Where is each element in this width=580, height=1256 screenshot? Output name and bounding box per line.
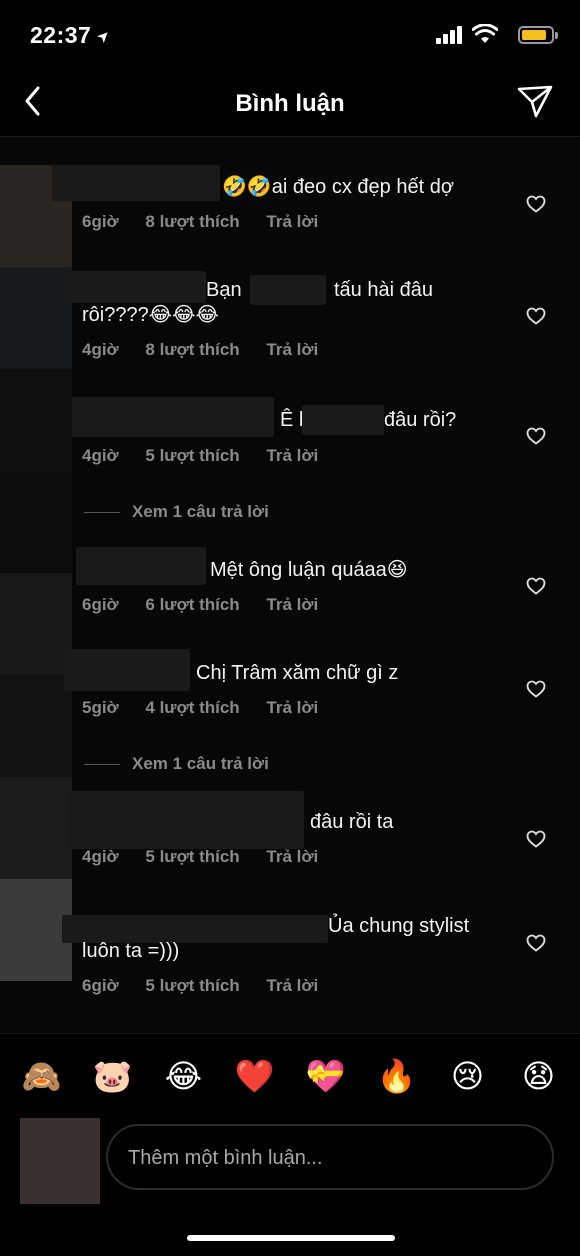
home-indicator[interactable] — [187, 1235, 395, 1241]
cellular-signal-icon — [436, 26, 464, 44]
comment-likes[interactable]: 5 lượt thích — [145, 847, 239, 866]
emoji-see-no-evil-monkey[interactable]: 🙈 — [17, 1050, 67, 1102]
reply-link[interactable]: Trả lời — [266, 212, 318, 231]
comment-likes[interactable]: 8 lượt thích — [145, 340, 239, 359]
emoji-tears-of-joy[interactable]: 😂 — [159, 1050, 209, 1102]
emoji-crying-face[interactable]: 😢 — [443, 1050, 493, 1102]
heart-outline-icon[interactable] — [526, 307, 546, 325]
heart-outline-icon[interactable] — [526, 830, 546, 848]
comment-likes[interactable]: 4 lượt thích — [145, 698, 239, 717]
header-bar: Bình luận — [0, 72, 580, 138]
comment-time: 5giờ — [82, 698, 119, 717]
comment-meta: 4giờ 5 lượt thích Trả lời — [82, 446, 340, 466]
view-replies-link[interactable]: Xem 1 câu trả lời — [84, 754, 269, 774]
comment-meta: 4giờ 8 lượt thích Trả lời — [82, 340, 340, 360]
comment-time: 6giờ — [82, 595, 119, 614]
comment-text: đâu rồi? — [384, 409, 457, 431]
emoji-red-heart[interactable]: ❤️ — [230, 1050, 280, 1102]
redacted-username — [72, 397, 274, 437]
comment-meta: 4giờ 5 lượt thích Trả lời — [82, 847, 340, 867]
comment-meta: 5giờ 4 lượt thích Trả lời — [82, 698, 340, 718]
battery-icon — [518, 26, 558, 44]
status-bar: 22:37 ➤ — [0, 0, 580, 72]
heart-outline-icon[interactable] — [526, 680, 546, 698]
wifi-icon — [472, 24, 498, 43]
comment-input-placeholder: Thêm một bình luận... — [128, 1147, 323, 1169]
redacted-username — [52, 165, 220, 201]
comment-meta: 6giờ 8 lượt thích Trả lời — [82, 212, 340, 232]
comment-likes[interactable]: 6 lượt thích — [145, 595, 239, 614]
location-arrow-icon: ➤ — [93, 25, 115, 47]
emoji-quick-bar: 🙈 🐷 😂 ❤️ 💝 🔥 😢 😧 — [0, 1050, 580, 1102]
comments-screen: 22:37 ➤ Bình luận 🤣🤣ai đeo cx đẹp hết dợ… — [0, 0, 580, 1256]
comment-item: Chị Trâm xăm chữ gì z 5giờ 4 lượt thích … — [0, 637, 580, 787]
comment-item: Ê b đâu rồi? 4giờ 5 lượt thích Trả lời X… — [0, 377, 580, 527]
comment-likes[interactable]: 8 lượt thích — [145, 212, 239, 231]
paper-plane-icon[interactable] — [516, 82, 554, 120]
comment-time: 4giờ — [82, 446, 119, 465]
reply-link[interactable]: Trả lời — [266, 446, 318, 465]
comment-item: Bạn tấu hài đâu rôi????😂😂😂 4giờ 8 lượt t… — [0, 247, 580, 377]
emoji-heart-with-ribbon[interactable]: 💝 — [301, 1050, 351, 1102]
reply-link[interactable]: Trả lời — [266, 340, 318, 359]
comments-list[interactable]: 🤣🤣ai đeo cx đẹp hết dợ 6giờ 8 lượt thích… — [0, 137, 580, 1033]
redacted-username — [64, 271, 206, 303]
composer-divider — [0, 1033, 580, 1034]
reply-link[interactable]: Trả lời — [266, 976, 318, 995]
emoji-fire[interactable]: 🔥 — [372, 1050, 422, 1102]
reply-link[interactable]: Trả lời — [266, 847, 318, 866]
comment-text: rôi????😂😂😂 — [82, 304, 219, 326]
reply-link[interactable]: Trả lời — [266, 698, 318, 717]
comment-text: Mệt ông luận quáaa😆 — [210, 559, 408, 581]
comment-likes[interactable]: 5 lượt thích — [145, 976, 239, 995]
heart-outline-icon[interactable] — [526, 577, 546, 595]
heart-outline-icon[interactable] — [526, 195, 546, 213]
comment-meta: 6giờ 6 lượt thích Trả lời — [82, 595, 340, 615]
comment-text: tấu hài đâu — [334, 279, 433, 301]
comment-text: luôn ta =))) — [82, 940, 180, 962]
comment-time: 6giờ — [82, 976, 119, 995]
heart-outline-icon[interactable] — [526, 934, 546, 952]
redacted-username — [250, 275, 326, 305]
redacted-username — [68, 791, 304, 849]
comment-time: 6giờ — [82, 212, 119, 231]
view-replies-text[interactable]: Xem 1 câu trả lời — [132, 754, 269, 773]
status-time: 22:37 ➤ — [30, 22, 115, 49]
emoji-pig-face[interactable]: 🐷 — [88, 1050, 138, 1102]
page-title: Bình luận — [235, 90, 345, 117]
comment-text: Chị Trâm xăm chữ gì z — [196, 662, 399, 684]
comment-text: đâu rồi ta — [310, 811, 394, 833]
reply-link[interactable]: Trả lời — [266, 595, 318, 614]
clock-text: 22:37 — [30, 22, 92, 48]
comment-time: 4giờ — [82, 340, 119, 359]
comment-item: Mệt ông luận quáaa😆 6giờ 6 lượt thích Tr… — [0, 537, 580, 637]
comment-text: 🤣🤣ai đeo cx đẹp hết dợ — [222, 176, 454, 198]
avatar — [20, 1118, 100, 1204]
comment-item: đâu rồi ta 4giờ 5 lượt thích Trả lời — [0, 787, 580, 887]
emoji-anguished-face[interactable]: 😧 — [514, 1050, 564, 1102]
add-comment-input[interactable]: Thêm một bình luận... — [106, 1124, 554, 1190]
redacted-username — [302, 405, 384, 435]
comment-meta: 6giờ 5 lượt thích Trả lời — [82, 976, 340, 996]
view-replies-text[interactable]: Xem 1 câu trả lời — [132, 502, 269, 521]
redacted-username — [76, 547, 206, 585]
replies-divider — [84, 764, 120, 766]
replies-divider — [84, 512, 120, 514]
comment-item: 🤣🤣ai đeo cx đẹp hết dợ 6giờ 8 lượt thích… — [0, 137, 580, 247]
comment-time: 4giờ — [82, 847, 119, 866]
heart-outline-icon[interactable] — [526, 427, 546, 445]
view-replies-link[interactable]: Xem 1 câu trả lời — [84, 502, 269, 522]
comment-item: Ủa chung stylist luôn ta =))) 6giờ 5 lượ… — [0, 887, 580, 1027]
redacted-username — [64, 649, 190, 691]
comment-likes[interactable]: 5 lượt thích — [145, 446, 239, 465]
comment-text: Ủa chung stylist — [328, 915, 470, 937]
